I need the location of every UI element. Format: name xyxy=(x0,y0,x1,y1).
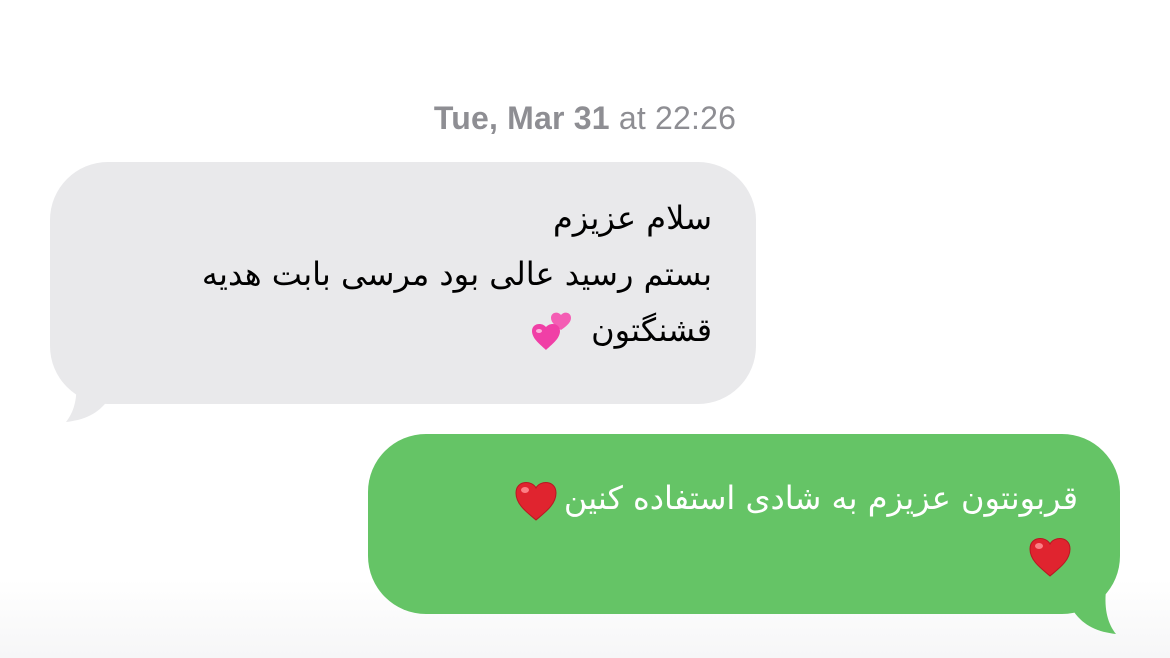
message-thread: Tue, Mar 31 at 22:26 سلام عزیزم بستم رسی… xyxy=(0,0,1170,658)
incoming-message-text: قشنگتون xyxy=(591,311,712,349)
message-timestamp: Tue, Mar 31 at 22:26 xyxy=(0,100,1170,137)
timestamp-time: 22:26 xyxy=(655,100,737,136)
outgoing-message-line-with-emoji: قربونتون عزیزم به شادی استفاده کنین xyxy=(408,470,1078,526)
incoming-message-line-with-emoji: قشنگتون xyxy=(90,302,712,358)
outgoing-message-text: قربونتون عزیزم به شادی استفاده کنین xyxy=(563,479,1078,517)
two-hearts-icon xyxy=(531,312,571,350)
outgoing-message-bubble[interactable]: قربونتون عزیزم به شادی استفاده کنین xyxy=(368,434,1120,614)
timestamp-at: at xyxy=(618,100,646,136)
incoming-message-bubble[interactable]: سلام عزیزم بستم رسید عالی بود مرسی بابت … xyxy=(50,162,756,404)
incoming-message-line: سلام عزیزم xyxy=(552,199,712,237)
red-heart-icon xyxy=(515,482,557,521)
incoming-message-line: بستم رسید عالی بود مرسی بابت هدیه xyxy=(201,255,712,293)
red-heart-icon xyxy=(1029,538,1071,577)
outgoing-message-emoji-line xyxy=(408,526,1078,582)
timestamp-date: Tue, Mar 31 xyxy=(433,100,610,136)
